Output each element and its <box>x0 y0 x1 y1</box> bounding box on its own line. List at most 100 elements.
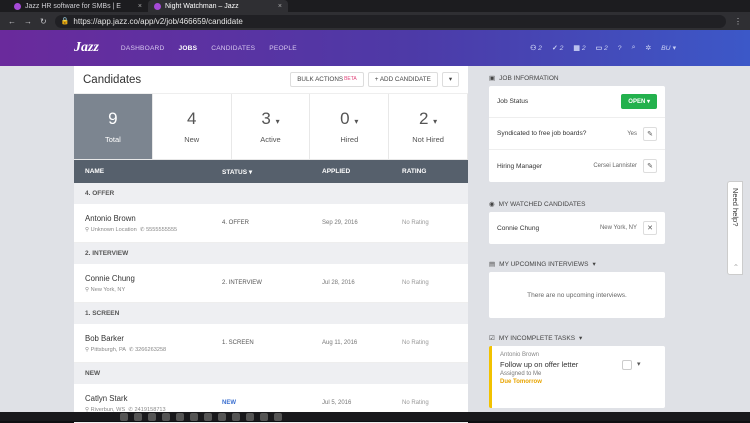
candidate-name[interactable]: Connie Chung <box>85 274 222 283</box>
dock-app-icon[interactable] <box>134 413 142 421</box>
dock-app-icon[interactable] <box>218 413 226 421</box>
nav-right-tools: ⚇ 2 ✓ 2 ▦ 2 ▭ 2 ? ⌕ ✲ BU ▾ <box>530 44 676 52</box>
browser-tab-strip: Jazz HR software for SMBs | E × Night Wa… <box>0 0 750 12</box>
candidate-name[interactable]: Catlyn Stark <box>85 394 222 403</box>
dock-app-icon[interactable] <box>274 413 282 421</box>
dock-apps <box>120 413 640 421</box>
stat-hired[interactable]: 0 ▾ Hired <box>310 94 390 160</box>
candidate-name[interactable]: Antonio Brown <box>85 214 222 223</box>
tab-title: Night Watchman – Jazz <box>165 2 239 10</box>
edit-syndicated-icon[interactable]: ✎ <box>643 126 657 141</box>
task-menu-chevron-icon[interactable]: ▾ <box>637 360 641 368</box>
browser-tab-night-watchman[interactable]: Night Watchman – Jazz × <box>148 0 288 12</box>
candidate-rating[interactable]: No Rating <box>402 340 429 346</box>
stat-active[interactable]: 3 ▾ Active <box>231 94 311 160</box>
add-candidate-button[interactable]: + ADD CANDIDATE <box>367 72 438 87</box>
search-icon[interactable]: ⌕ <box>632 44 636 52</box>
inbox-count[interactable]: ▭ 2 <box>596 44 608 53</box>
nav-jobs[interactable]: JOBS <box>178 45 197 52</box>
col-name[interactable]: NAME <box>74 168 222 175</box>
table-row[interactable]: Bob Barker ⚲ Pittsburgh, PA ✆ 3266263258… <box>74 324 468 363</box>
location-pin-icon: ⚲ <box>85 226 90 233</box>
dock-app-icon[interactable] <box>162 413 170 421</box>
col-status[interactable]: STATUS ▾ <box>222 168 322 176</box>
forward-icon[interactable]: → <box>24 17 32 26</box>
table-row[interactable]: Antonio Brown ⚲ Unknown Location ✆ 55555… <box>74 204 468 243</box>
dock-app-icon[interactable] <box>246 413 254 421</box>
task-card[interactable]: Antonio Brown Follow up on offer letter … <box>489 346 665 408</box>
user-menu[interactable]: BU ▾ <box>661 44 676 53</box>
stat-new[interactable]: 4 New <box>152 94 232 160</box>
calendar-count[interactable]: ▦ 2 <box>573 44 585 53</box>
col-applied[interactable]: APPLIED <box>322 168 402 175</box>
dock-app-icon[interactable] <box>260 413 268 421</box>
hiring-manager-label: Hiring Manager <box>497 162 543 170</box>
add-candidate-dropdown[interactable]: ▾ <box>441 72 459 87</box>
watched-candidate-row[interactable]: Connie Chung New York, NY ✕ <box>489 212 665 244</box>
tasks-count[interactable]: ✓ 2 <box>552 44 563 53</box>
dock-app-icon[interactable] <box>204 413 212 421</box>
task-assigned: Assigned to Me <box>500 371 542 377</box>
candidates-panel: Candidates BULK ACTIONSBETA + ADD CANDID… <box>74 66 468 423</box>
col-rating[interactable]: RATING <box>402 168 426 175</box>
hiring-manager-row: Hiring Manager Cersei Lannister ✎ <box>489 150 665 182</box>
main-content: Candidates BULK ACTIONSBETA + ADD CANDID… <box>0 66 750 423</box>
candidate-status[interactable]: 4. OFFER <box>222 220 322 226</box>
location-pin-icon: ⚲ <box>85 286 90 293</box>
close-tab-icon[interactable]: × <box>138 3 142 10</box>
candidate-name[interactable]: Bob Barker <box>85 334 222 343</box>
dock-app-icon[interactable] <box>148 413 156 421</box>
job-info-heading: ▣ JOB INFORMATION <box>489 74 559 83</box>
job-status-button[interactable]: OPEN ▾ <box>621 94 657 109</box>
browser-toolbar: ← → ↻ 🔒 https://app.jazz.co/app/v2/job/4… <box>0 12 750 30</box>
chevron-left-icon: ‹ <box>732 264 739 267</box>
eye-icon: ◉ <box>489 201 495 208</box>
candidates-table-header: NAME STATUS ▾ APPLIED RATING <box>74 160 468 183</box>
stat-not-hired[interactable]: 2 ▾ Not Hired <box>389 94 468 160</box>
lock-icon: 🔒 <box>60 18 70 25</box>
bulk-actions-button[interactable]: BULK ACTIONSBETA <box>290 72 364 87</box>
watched-name[interactable]: Connie Chung <box>497 225 539 232</box>
nav-dashboard[interactable]: DASHBOARD <box>121 45 165 52</box>
tasks-heading[interactable]: ☑ MY INCOMPLETE TASKS ▾ <box>489 330 665 346</box>
task-candidate[interactable]: Antonio Brown <box>500 352 657 358</box>
candidate-rating[interactable]: No Rating <box>402 280 429 286</box>
syndicated-value: Yes <box>627 130 637 137</box>
dock-app-icon[interactable] <box>232 413 240 421</box>
nav-candidates[interactable]: CANDIDATES <box>211 45 255 52</box>
candidate-rating[interactable]: No Rating <box>402 220 429 226</box>
candidate-status[interactable]: NEW <box>222 400 322 406</box>
dock-app-icon[interactable] <box>176 413 184 421</box>
dock-app-icon[interactable] <box>190 413 198 421</box>
menu-icon[interactable]: ⋮ <box>734 17 742 26</box>
help-icon[interactable]: ? <box>618 45 622 52</box>
back-icon[interactable]: ← <box>8 17 16 26</box>
people-count[interactable]: ⚇ 2 <box>530 44 542 53</box>
url-bar[interactable]: 🔒 https://app.jazz.co/app/v2/job/466659/… <box>54 14 726 28</box>
browser-tab-jazz-hr[interactable]: Jazz HR software for SMBs | E × <box>8 0 148 12</box>
briefcase-icon: ▣ <box>489 75 496 82</box>
reload-icon[interactable]: ↻ <box>40 17 47 26</box>
task-checkbox[interactable] <box>622 360 632 370</box>
dock-app-icon[interactable] <box>120 413 128 421</box>
unwatch-close-icon[interactable]: ✕ <box>643 221 657 235</box>
settings-icon[interactable]: ✲ <box>645 44 651 52</box>
stat-total[interactable]: 9 Total <box>74 94 153 160</box>
jazz-logo[interactable]: Jazz <box>74 40 99 56</box>
close-tab-icon[interactable]: × <box>278 3 282 10</box>
syndicated-label: Syndicated to free job boards? <box>497 130 587 137</box>
candidate-rating[interactable]: No Rating <box>402 400 429 406</box>
edit-manager-icon[interactable]: ✎ <box>643 159 657 173</box>
phone-icon: ✆ <box>128 346 134 353</box>
candidate-applied: Jul 5, 2016 <box>322 400 352 406</box>
job-status-row: Job Status OPEN ▾ <box>489 86 665 118</box>
interviews-heading[interactable]: ▤ MY UPCOMING INTERVIEWS ▾ <box>489 256 665 272</box>
table-row[interactable]: Connie Chung ⚲ New York, NY 2. INTERVIEW… <box>74 264 468 303</box>
candidate-status[interactable]: 2. INTERVIEW <box>222 280 322 286</box>
candidates-title: Candidates <box>83 73 142 86</box>
chevron-down-icon: ▾ <box>579 335 583 342</box>
nav-people[interactable]: PEOPLE <box>269 45 297 52</box>
interviews-card: There are no upcoming interviews. <box>489 272 665 318</box>
candidate-status[interactable]: 1. SCREEN <box>222 340 322 346</box>
need-help-tab[interactable]: Need help? ‹ <box>727 181 743 275</box>
